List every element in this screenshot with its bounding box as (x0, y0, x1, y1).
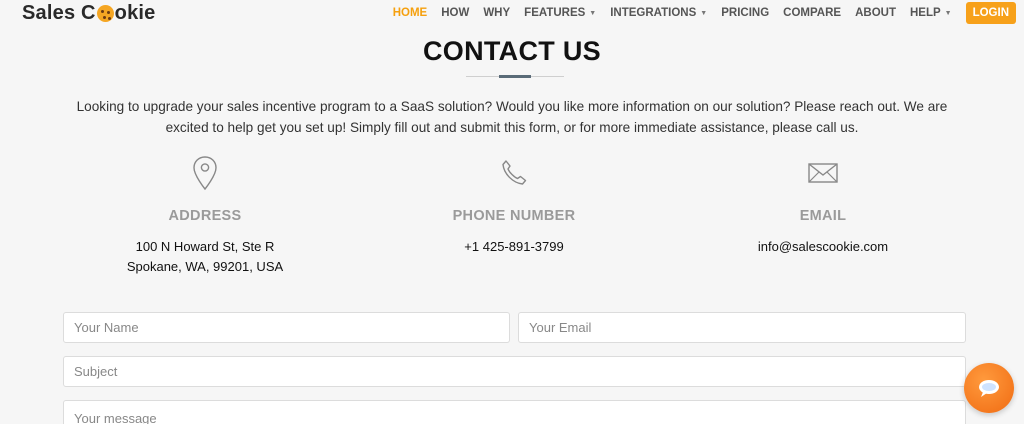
main-nav: HOME HOW WHY FEATURES ▼ INTEGRATIONS ▼ PRI… (393, 0, 1024, 26)
chevron-down-icon: ▼ (944, 9, 952, 17)
nav-pricing-label: PRICING (721, 7, 770, 19)
address-block: ADDRESS 100 N Howard St, Ste R Spokane, … (55, 154, 355, 277)
address-heading: ADDRESS (168, 208, 242, 224)
chat-bubble-icon (979, 380, 999, 397)
nav-home[interactable]: HOME (393, 7, 428, 19)
logo-text-part-1: Sales C (22, 2, 96, 24)
logo-text-part-2: okie (114, 2, 156, 24)
nav-why[interactable]: WHY (483, 7, 510, 19)
login-button[interactable]: LOGIN (965, 2, 1016, 24)
nav-how-label: HOW (441, 7, 470, 19)
nav-how[interactable]: HOW (441, 7, 469, 19)
chevron-down-icon: ▼ (700, 9, 708, 17)
envelope-icon (673, 154, 973, 192)
intro-text: Looking to upgrade your sales incentive … (76, 99, 948, 135)
nav-why-label: WHY (483, 7, 511, 19)
nav-about-label: ABOUT (855, 7, 896, 19)
nav-help[interactable]: HELP ▼ (910, 7, 952, 19)
nav-features[interactable]: FEATURES ▼ (524, 7, 596, 19)
nav-home-label: HOME (392, 7, 428, 19)
cookie-icon (96, 5, 114, 22)
phone-heading: PHONE NUMBER (452, 208, 576, 224)
subject-input[interactable]: Subject (63, 356, 966, 387)
title-divider-accent (499, 75, 531, 78)
name-input[interactable]: Your Name (63, 312, 510, 343)
phone-value[interactable]: +1 425-891-3799 (364, 237, 664, 257)
nav-integrations-label: INTEGRATIONS (610, 7, 697, 19)
sales-cookie-logo[interactable]: Sales C okie (22, 2, 156, 25)
email-heading: EMAIL (799, 208, 847, 224)
phone-icon (364, 154, 664, 192)
email-block: EMAIL info@salescookie.com (673, 154, 973, 257)
nav-help-label: HELP (909, 7, 941, 19)
address-line-2: Spokane, WA, 99201, USA (126, 259, 284, 274)
nav-about[interactable]: ABOUT (855, 7, 896, 19)
chat-launcher-button[interactable] (964, 363, 1014, 413)
map-pin-icon (55, 154, 355, 192)
message-textarea[interactable]: Your message (63, 400, 966, 424)
nav-features-label: FEATURES (524, 7, 586, 19)
nav-compare-label: COMPARE (783, 7, 842, 19)
chevron-down-icon: ▼ (589, 9, 597, 17)
nav-integrations[interactable]: INTEGRATIONS ▼ (610, 7, 707, 19)
nav-compare[interactable]: COMPARE (783, 7, 841, 19)
nav-pricing[interactable]: PRICING (721, 7, 769, 19)
phone-block: PHONE NUMBER +1 425-891-3799 (364, 154, 664, 257)
top-navigation-bar: Sales Cokie HOME HOW WHY FEATURES ▼ INTEG… (0, 0, 1024, 28)
page-title: CONTACT US (423, 36, 601, 66)
email-value[interactable]: info@salescookie.com (673, 237, 973, 257)
address-line-1: 100 N Howard St, Ste R (135, 239, 275, 254)
email-input[interactable]: Your Email (518, 312, 966, 343)
